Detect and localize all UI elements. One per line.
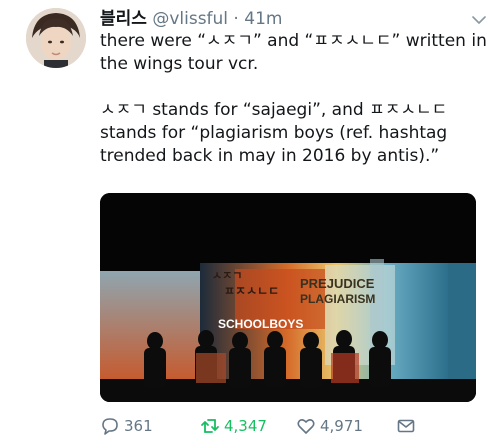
chevron-down-icon[interactable] (472, 10, 486, 29)
concert-photo: PREJUDICE PLAGIARISM ㅍㅈㅅㄴㄷ ㅅㅈㄱ SCHOOLBOY… (100, 193, 476, 402)
tweet-header: 블리스 @vlissful · 41m (100, 4, 282, 29)
tweet-actions: 361 4,347 4,971 (100, 416, 480, 436)
screen-text: SCHOOLBOYS (218, 317, 303, 331)
heart-icon (296, 416, 316, 436)
tweet-time[interactable]: 41m (244, 9, 282, 29)
tweet-paragraph: ㅅㅈㄱ stands for “sajaegi”, and ㅍㅈㅅㄴㄷ stan… (100, 100, 448, 166)
screen-text: PLAGIARISM (300, 292, 375, 306)
header-separator: · (228, 9, 245, 29)
retweet-icon (200, 416, 220, 436)
like-count: 4,971 (320, 417, 363, 435)
screen-text: PREJUDICE (300, 276, 375, 291)
tweet-text: there were “ㅅㅈㄱ” and “ㅍㅈㅅㄴㄷ” written in … (100, 30, 490, 168)
like-button[interactable]: 4,971 (296, 416, 363, 436)
tweet-photo[interactable]: PREJUDICE PLAGIARISM ㅍㅈㅅㄴㄷ ㅅㅈㄱ SCHOOLBOY… (100, 193, 476, 402)
reply-button[interactable]: 361 (100, 416, 153, 436)
avatar-image (26, 8, 86, 68)
display-name[interactable]: 블리스 (100, 9, 147, 29)
reply-icon (100, 416, 120, 436)
screen-text: ㅍㅈㅅㄴㄷ (224, 284, 279, 298)
dm-button[interactable] (396, 416, 420, 436)
envelope-icon (396, 416, 416, 436)
retweet-count: 4,347 (224, 417, 267, 435)
reply-count: 361 (124, 417, 153, 435)
user-handle[interactable]: @vlissful (152, 9, 228, 29)
screen-text: ㅅㅈㄱ (212, 270, 242, 282)
tweet-paragraph: there were “ㅅㅈㄱ” and “ㅍㅈㅅㄴㄷ” written in … (100, 31, 487, 74)
retweet-button[interactable]: 4,347 (200, 416, 267, 436)
avatar[interactable] (26, 8, 86, 68)
